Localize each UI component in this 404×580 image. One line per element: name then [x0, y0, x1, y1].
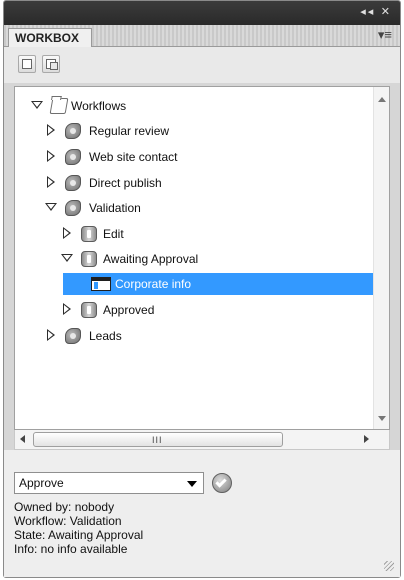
action-select[interactable]: Approve [14, 472, 204, 494]
export-icon [22, 59, 32, 69]
tree-item-label: Direct publish [89, 176, 162, 190]
state-icon [81, 302, 97, 318]
state-icon [81, 226, 97, 242]
expand-toggle-icon[interactable] [47, 150, 55, 162]
workflow-icon [65, 149, 81, 165]
expand-toggle-icon[interactable] [47, 124, 55, 136]
tree-item-label: Approved [103, 303, 155, 317]
tree-item-edit[interactable]: Edit [15, 223, 373, 245]
panel-menu-icon[interactable]: ▾≡ [378, 27, 392, 43]
tree-item-leads[interactable]: Leads [15, 325, 373, 347]
window-controls[interactable]: ◂◂ ✕ [360, 5, 392, 18]
tree-item-label: Workflows [71, 99, 127, 113]
expand-toggle-icon[interactable] [47, 329, 55, 341]
info-workflow: Workflow: Validation [14, 514, 122, 528]
details-area: Approve Owned by: nobody Workflow: Valid… [4, 450, 400, 577]
expand-toggle-icon[interactable] [63, 303, 71, 315]
tree-item-label: Edit [103, 227, 124, 241]
collapse-toggle-icon[interactable] [31, 101, 43, 109]
info-info: Info: no info available [14, 542, 128, 556]
vertical-scrollbar[interactable] [373, 87, 389, 429]
collapse-toggle-icon[interactable] [45, 203, 57, 211]
tree-item-approved[interactable]: Approved [15, 299, 373, 321]
scroll-down-icon[interactable] [378, 416, 386, 421]
workbox-panel: ◂◂ ✕ WORKBOX ▾≡ Workflows Regular review [3, 0, 401, 578]
apply-action-button[interactable] [212, 473, 232, 493]
tree-item-awaiting-approval[interactable]: Awaiting Approval [15, 248, 373, 270]
tree-item-label: Awaiting Approval [103, 252, 199, 266]
workflow-tree[interactable]: Workflows Regular review Web site contac… [14, 86, 390, 430]
tree-item-label: Corporate info [115, 277, 192, 291]
tree-item-validation[interactable]: Validation [15, 197, 373, 219]
panel-title-bar: ◂◂ ✕ [4, 1, 400, 25]
refresh-button[interactable] [42, 55, 60, 73]
tree-item-workflows[interactable]: Workflows [15, 95, 373, 117]
workflow-icon [65, 123, 81, 139]
toolbar [4, 47, 400, 83]
tree-item-web-site-contact[interactable]: Web site contact [15, 146, 373, 168]
export-button[interactable] [18, 55, 36, 73]
workflow-icon [65, 200, 81, 216]
tree-item-direct-publish[interactable]: Direct publish [15, 172, 373, 194]
chevron-down-icon[interactable] [187, 481, 197, 487]
info-state: State: Awaiting Approval [14, 528, 144, 542]
resize-grip-icon[interactable] [384, 561, 394, 571]
item-info: Owned by: nobody Workflow: Validation St… [14, 500, 143, 556]
scroll-grip: III [152, 435, 163, 445]
scroll-thumb[interactable]: III [33, 432, 283, 447]
horizontal-scrollbar[interactable]: III [14, 430, 390, 450]
collapse-toggle-icon[interactable] [61, 254, 73, 262]
expand-toggle-icon[interactable] [63, 227, 71, 239]
check-icon [215, 476, 227, 488]
scroll-right-icon[interactable] [364, 435, 369, 443]
state-icon [81, 251, 97, 267]
tree-item-label: Regular review [89, 124, 170, 138]
tree-item-regular-review[interactable]: Regular review [15, 120, 373, 142]
folder-icon [49, 98, 69, 114]
tab-row: WORKBOX ▾≡ [4, 25, 400, 48]
info-owned-by: Owned by: nobody [14, 500, 115, 514]
item-icon [91, 277, 111, 291]
scroll-left-icon[interactable] [20, 435, 25, 443]
action-select-value: Approve [19, 476, 64, 490]
tree-item-label: Validation [89, 201, 141, 215]
expand-toggle-icon[interactable] [47, 176, 55, 188]
scroll-up-icon[interactable] [378, 97, 386, 102]
tree-item-corporate-info[interactable]: Corporate info [63, 273, 373, 295]
workflow-icon [65, 175, 81, 191]
tree-item-label: Web site contact [89, 150, 178, 164]
tab-workbox[interactable]: WORKBOX [8, 28, 92, 48]
workflow-icon [65, 328, 81, 344]
tree-item-label: Leads [89, 329, 122, 343]
